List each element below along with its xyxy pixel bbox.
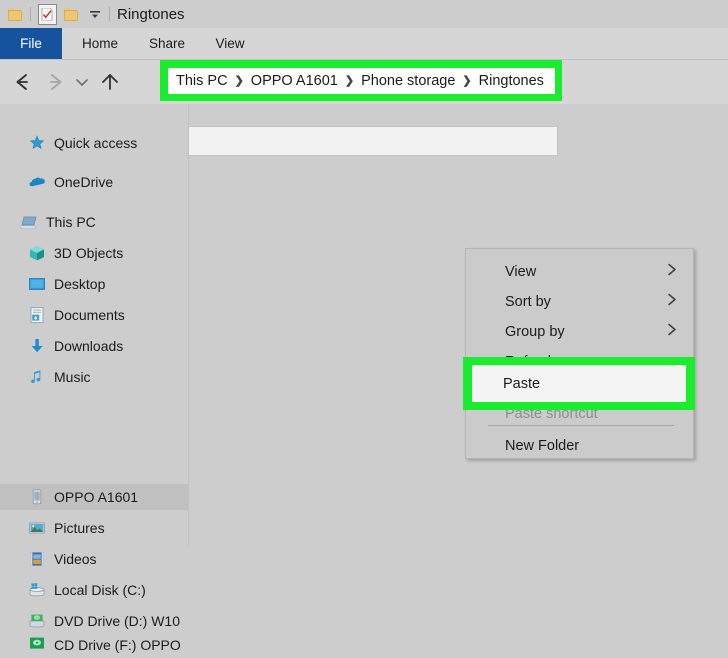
breadcrumb-ringtones[interactable]: Ringtones (479, 73, 544, 89)
window-title: Ringtones (117, 5, 185, 23)
folder-icon (8, 7, 23, 21)
sidebar-item-desktop[interactable]: Desktop (0, 271, 189, 297)
context-menu: View Sort by Group by Refresh Paste shor… (465, 248, 694, 459)
tab-home[interactable]: Home (70, 28, 130, 60)
sidebar-item-onedrive[interactable]: OneDrive (0, 169, 189, 195)
tab-view[interactable]: View (203, 28, 257, 60)
chevron-right-icon (666, 322, 678, 343)
cloud-icon (28, 173, 46, 191)
document-check-icon[interactable] (38, 3, 57, 25)
menu-item-label: View (505, 264, 537, 280)
sidebar-label: Pictures (54, 520, 105, 536)
videos-icon (30, 552, 44, 566)
breadcrumb-this-pc[interactable]: This PC (176, 73, 228, 89)
menu-item-sort-by[interactable]: Sort by (467, 287, 694, 317)
back-button[interactable] (10, 70, 34, 94)
menu-item-label: Paste (503, 375, 541, 392)
chevron-right-icon (666, 262, 678, 283)
menu-item-new-folder[interactable]: New Folder (467, 431, 694, 461)
sidebar-item-oppo-a1601[interactable]: OPPO A1601 (0, 484, 189, 510)
sidebar-label: OPPO A1601 (54, 489, 139, 505)
title-divider (109, 7, 110, 21)
forward-button[interactable] (44, 70, 68, 94)
computer-icon (20, 213, 38, 231)
chevron-right-icon (666, 292, 678, 313)
navigation-pane: Quick access OneDrive This PC 3D Objects (0, 104, 189, 653)
menu-item-group-by[interactable]: Group by (467, 317, 694, 347)
up-button[interactable] (98, 70, 122, 94)
folder-icon-2 (64, 7, 79, 21)
cd-drive-icon (30, 637, 44, 649)
sidebar-label: Quick access (54, 135, 138, 151)
chevron-right-icon-3: ❯ (462, 74, 472, 87)
breadcrumb-phone-storage[interactable]: Phone storage (361, 73, 455, 89)
sidebar-label: Local Disk (C:) (54, 582, 146, 598)
breadcrumb[interactable]: This PC ❯ OPPO A1601 ❯ Phone storage ❯ R… (168, 68, 555, 94)
chevron-right-icon-2: ❯ (344, 74, 355, 87)
menu-separator (488, 425, 674, 426)
sidebar-label: OneDrive (54, 174, 114, 190)
star-pin-icon (28, 134, 46, 152)
menu-item-label: New Folder (505, 438, 580, 454)
hard-drive-icon (29, 583, 45, 597)
desktop-icon (28, 275, 46, 293)
recent-locations-button[interactable] (73, 70, 91, 94)
sidebar-item-documents[interactable]: Documents (0, 302, 189, 328)
sidebar-label: Music (54, 369, 91, 385)
sidebar-item-this-pc[interactable]: This PC (0, 209, 189, 235)
sidebar-item-videos[interactable]: Videos (0, 546, 189, 572)
menu-item-label: Group by (505, 324, 565, 340)
tab-file[interactable]: File (0, 28, 62, 60)
pictures-icon (29, 522, 45, 534)
sidebar-item-3d-objects[interactable]: 3D Objects (0, 240, 189, 266)
menu-item-label: Sort by (505, 294, 551, 310)
sidebar-item-dvd-drive-d[interactable]: DVD Drive (D:) W10 (0, 608, 189, 634)
sidebar-label: Desktop (54, 276, 106, 292)
downloads-icon (31, 339, 43, 353)
sidebar-label: 3D Objects (54, 245, 124, 261)
sidebar-label: Videos (54, 551, 97, 567)
sidebar-item-downloads[interactable]: Downloads (0, 333, 189, 359)
customize-dropdown-icon[interactable] (88, 7, 102, 21)
breadcrumb-oppo-a1601[interactable]: OPPO A1601 (251, 73, 338, 89)
music-note-icon (31, 370, 41, 384)
sidebar-item-cd-drive-f[interactable]: CD Drive (F:) OPPO (0, 632, 189, 658)
sidebar-label: CD Drive (F:) OPPO (54, 637, 181, 653)
pane-divider (188, 104, 189, 546)
address-bar-container[interactable]: ›› (128, 126, 558, 156)
3d-objects-icon (28, 244, 46, 262)
toolbar-divider (30, 7, 31, 21)
sidebar-item-local-disk-c[interactable]: Local Disk (C:) (0, 577, 189, 603)
chevron-right-icon: ❯ (234, 74, 244, 87)
title-bar: Ringtones (0, 0, 728, 28)
sidebar-label: This PC (46, 214, 96, 230)
tab-share[interactable]: Share (138, 28, 196, 60)
sidebar-label: Documents (54, 307, 125, 323)
sidebar-label: DVD Drive (D:) W10 (54, 613, 181, 629)
sidebar-item-music[interactable]: Music (0, 364, 189, 390)
sidebar-item-pictures[interactable]: Pictures (0, 515, 189, 541)
sidebar-item-quick-access[interactable]: Quick access (0, 130, 189, 156)
sidebar-label: Downloads (54, 338, 124, 354)
phone-icon (32, 489, 42, 505)
menu-item-paste[interactable]: Paste (472, 365, 686, 402)
ribbon-tab-bar: File Home Share View (0, 28, 728, 60)
documents-icon (30, 307, 44, 324)
dvd-drive-icon (29, 614, 45, 628)
menu-item-view[interactable]: View (467, 257, 694, 287)
